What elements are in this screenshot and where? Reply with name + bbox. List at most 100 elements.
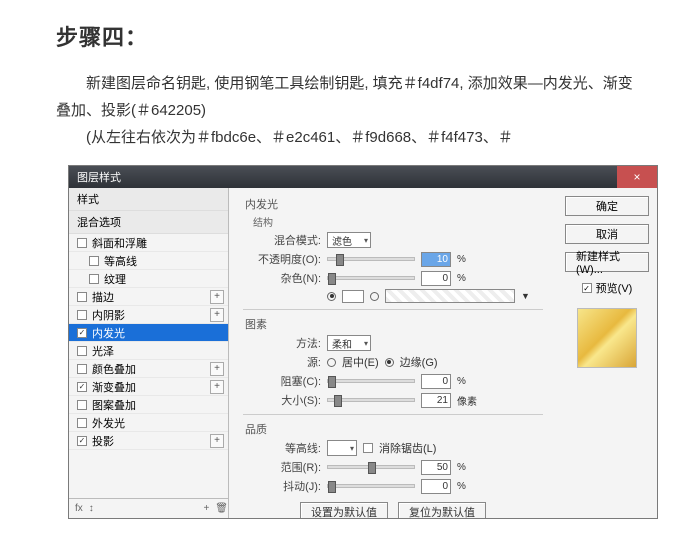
noise-input[interactable]: 0 — [421, 271, 451, 286]
percent-label: % — [457, 254, 466, 265]
style-label: 内阴影 — [92, 307, 210, 323]
sidebar-item-4[interactable]: 内阴影+ — [69, 306, 228, 324]
jitter-label: 抖动(J): — [253, 478, 321, 494]
add-effect-icon[interactable]: + — [210, 308, 224, 322]
reset-default-button[interactable]: 复位为默认值 — [398, 502, 486, 518]
range-slider[interactable] — [327, 465, 415, 469]
opacity-input[interactable]: 10 — [421, 252, 451, 267]
add-icon[interactable]: + — [203, 503, 209, 514]
source-edge-radio[interactable] — [385, 358, 394, 367]
sidebar-item-9[interactable]: 图案叠加 — [69, 396, 228, 414]
ok-button[interactable]: 确定 — [565, 196, 649, 216]
source-center-radio[interactable] — [327, 358, 336, 367]
sidebar-item-1[interactable]: 等高线 — [69, 252, 228, 270]
style-checkbox[interactable] — [77, 346, 87, 356]
styles-sidebar: 样式 混合选项 斜面和浮雕等高线纹理描边+内阴影+✓内发光光泽颜色叠加+✓渐变叠… — [69, 188, 229, 518]
color-swatch[interactable] — [342, 290, 364, 303]
instruction-1: 新建图层命名钥匙, 使用钢笔工具绘制钥匙, 填充＃f4df74, 添加效果—内发… — [56, 70, 634, 124]
method-label: 方法: — [253, 335, 321, 351]
choke-input[interactable]: 0 — [421, 374, 451, 389]
noise-label: 杂色(N): — [253, 270, 321, 286]
sidebar-item-0[interactable]: 斜面和浮雕 — [69, 234, 228, 252]
style-label: 外发光 — [92, 415, 224, 431]
new-style-button[interactable]: 新建样式(W)... — [565, 252, 649, 272]
style-label: 图案叠加 — [92, 397, 224, 413]
style-checkbox[interactable] — [77, 292, 87, 302]
noise-slider[interactable] — [327, 276, 415, 280]
sidebar-header-blend[interactable]: 混合选项 — [69, 211, 228, 234]
style-label: 纹理 — [104, 271, 224, 287]
choke-label: 阻塞(C): — [253, 373, 321, 389]
blend-mode-select[interactable]: 滤色 — [327, 232, 371, 248]
sidebar-header-styles[interactable]: 样式 — [69, 188, 228, 211]
group-elements: 图素 — [245, 316, 547, 332]
jitter-input[interactable]: 0 — [421, 479, 451, 494]
style-label: 内发光 — [92, 325, 224, 341]
gradient-radio[interactable] — [370, 292, 379, 301]
size-input[interactable]: 21 — [421, 393, 451, 408]
choke-slider[interactable] — [327, 379, 415, 383]
sidebar-item-7[interactable]: 颜色叠加+ — [69, 360, 228, 378]
size-label: 大小(S): — [253, 392, 321, 408]
sidebar-item-2[interactable]: 纹理 — [69, 270, 228, 288]
sidebar-item-8[interactable]: ✓ 渐变叠加+ — [69, 378, 228, 396]
jitter-slider[interactable] — [327, 484, 415, 488]
style-checkbox[interactable] — [89, 256, 99, 266]
style-label: 投影 — [92, 433, 210, 449]
style-label: 描边 — [92, 289, 210, 305]
gradient-picker[interactable] — [385, 289, 515, 303]
dialog-actions: 确定 取消 新建样式(W)... ✓ 预览(V) — [557, 188, 657, 518]
close-icon[interactable]: × — [617, 166, 657, 188]
sidebar-item-10[interactable]: 外发光 — [69, 414, 228, 432]
method-select[interactable]: 柔和 — [327, 335, 371, 351]
sidebar-item-6[interactable]: 光泽 — [69, 342, 228, 360]
opacity-slider[interactable] — [327, 257, 415, 261]
style-label: 等高线 — [104, 253, 224, 269]
fx-icon[interactable]: fx — [75, 503, 83, 514]
group-inner-glow: 内发光 — [245, 196, 547, 212]
style-checkbox[interactable]: ✓ — [77, 436, 87, 446]
style-checkbox[interactable] — [89, 274, 99, 284]
instruction-2: (从左往右依次为＃fbdc6e、＃e2c461、＃f9d668、＃f4f473、… — [56, 124, 634, 151]
step-heading: 步骤四： — [56, 20, 634, 52]
trash-icon[interactable]: 🗑 — [215, 503, 228, 514]
style-checkbox[interactable]: ✓ — [77, 382, 87, 392]
style-checkbox[interactable] — [77, 400, 87, 410]
size-slider[interactable] — [327, 398, 415, 402]
preview-swatch — [577, 308, 637, 368]
preview-label: 预览(V) — [596, 280, 633, 296]
arrow-up-down-icon[interactable]: ↕ — [89, 503, 94, 514]
dialog-title: 图层样式 — [77, 169, 121, 185]
range-input[interactable]: 50 — [421, 460, 451, 475]
sidebar-item-11[interactable]: ✓ 投影+ — [69, 432, 228, 450]
blend-mode-label: 混合模式: — [253, 232, 321, 248]
add-effect-icon[interactable]: + — [210, 434, 224, 448]
source-label: 源: — [253, 354, 321, 370]
style-checkbox[interactable] — [77, 310, 87, 320]
make-default-button[interactable]: 设置为默认值 — [300, 502, 388, 518]
style-label: 渐变叠加 — [92, 379, 210, 395]
preview-checkbox[interactable]: ✓ — [582, 283, 592, 293]
sidebar-item-5[interactable]: ✓ 内发光 — [69, 324, 228, 342]
contour-label: 等高线: — [253, 440, 321, 456]
range-label: 范围(R): — [253, 459, 321, 475]
group-quality: 品质 — [245, 421, 547, 437]
opacity-label: 不透明度(O): — [253, 251, 321, 267]
style-label: 斜面和浮雕 — [92, 235, 224, 251]
style-checkbox[interactable] — [77, 238, 87, 248]
px-label: 像素 — [457, 393, 477, 408]
add-effect-icon[interactable]: + — [210, 290, 224, 304]
sidebar-item-3[interactable]: 描边+ — [69, 288, 228, 306]
antialias-checkbox[interactable] — [363, 443, 373, 453]
style-checkbox[interactable] — [77, 418, 87, 428]
style-checkbox[interactable] — [77, 364, 87, 374]
style-label: 光泽 — [92, 343, 224, 359]
add-effect-icon[interactable]: + — [210, 362, 224, 376]
dialog-titlebar[interactable]: 图层样式 × — [69, 166, 657, 188]
chevron-down-icon[interactable]: ▼ — [521, 291, 530, 301]
contour-select[interactable] — [327, 440, 357, 456]
cancel-button[interactable]: 取消 — [565, 224, 649, 244]
style-checkbox[interactable]: ✓ — [77, 328, 87, 338]
color-radio[interactable] — [327, 292, 336, 301]
add-effect-icon[interactable]: + — [210, 380, 224, 394]
